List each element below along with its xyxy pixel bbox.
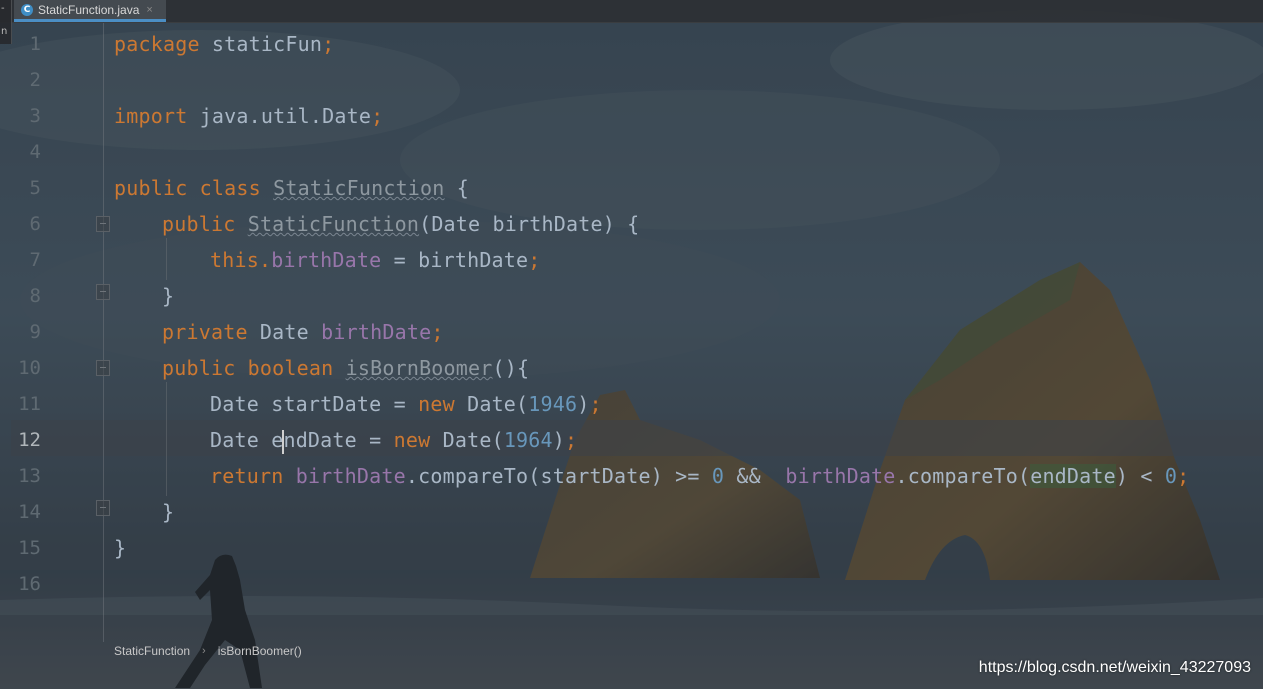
- java-class-icon: C: [21, 3, 33, 16]
- fold-collapse-icon[interactable]: [96, 360, 110, 376]
- code-line-14: }: [162, 500, 175, 524]
- code-line-11: Date startDate = new Date(1946);: [210, 392, 602, 416]
- breadcrumb-separator-icon: ›: [202, 645, 206, 657]
- fold-end-icon[interactable]: [96, 284, 110, 300]
- breadcrumb-method[interactable]: isBornBoomer(): [218, 644, 302, 658]
- line-number: 5: [29, 177, 41, 199]
- fold-collapse-icon[interactable]: [96, 216, 110, 232]
- code-line-9: private Date birthDate;: [162, 320, 444, 344]
- tab-label: StaticFunction.java: [38, 2, 140, 17]
- line-number-gutter[interactable]: 1 2 3 4 5 6 7 8 9 10 11 12 13 14 15 16: [11, 22, 110, 642]
- line-number: 14: [18, 501, 41, 523]
- line-number: 13: [18, 465, 41, 487]
- code-line-8: }: [162, 284, 175, 308]
- line-number: 4: [29, 141, 41, 163]
- code-line-1: package staticFun;: [114, 32, 335, 56]
- indent-guide: [166, 382, 167, 496]
- code-line-5: public class StaticFunction {: [114, 176, 470, 200]
- line-number: 10: [18, 357, 41, 379]
- line-number: 11: [18, 393, 41, 415]
- strip-glyph: -: [1, 3, 5, 14]
- line-number: 3: [29, 105, 41, 127]
- line-number: 15: [18, 537, 41, 559]
- strip-glyph: n: [1, 26, 8, 37]
- indent-guide: [166, 238, 167, 280]
- line-number: 1: [29, 33, 41, 55]
- line-number: 6: [29, 213, 41, 235]
- line-number: 2: [29, 69, 41, 91]
- code-line-10: public boolean isBornBoomer(){: [162, 356, 530, 380]
- close-tab-icon[interactable]: ×: [146, 4, 152, 16]
- editor-tab-bar: C StaticFunction.java ×: [0, 0, 1263, 23]
- tool-window-strip[interactable]: - n: [0, 0, 12, 44]
- code-line-15: }: [114, 536, 127, 560]
- code-line-13: return birthDate.compareTo(startDate) >=…: [210, 464, 1190, 488]
- line-number-current: 12: [18, 429, 41, 451]
- code-line-7: this.birthDate = birthDate;: [210, 248, 541, 272]
- code-line-12: Date endDate = new Date(1964);: [210, 428, 578, 454]
- tab-staticfunction-java[interactable]: C StaticFunction.java ×: [14, 0, 166, 22]
- fold-end-icon[interactable]: [96, 500, 110, 516]
- code-line-3: import java.util.Date;: [114, 104, 384, 128]
- code-line-6: public StaticFunction(Date birthDate) {: [162, 212, 640, 236]
- watermark-url: https://blog.csdn.net/weixin_43227093: [978, 659, 1251, 676]
- line-number: 8: [29, 285, 41, 307]
- line-number: 7: [29, 249, 41, 271]
- breadcrumb-class[interactable]: StaticFunction: [114, 644, 190, 658]
- line-number: 9: [29, 321, 41, 343]
- line-number: 16: [18, 573, 41, 595]
- current-line-highlight: [11, 420, 1263, 456]
- breadcrumb: StaticFunction › isBornBoomer(): [114, 644, 302, 658]
